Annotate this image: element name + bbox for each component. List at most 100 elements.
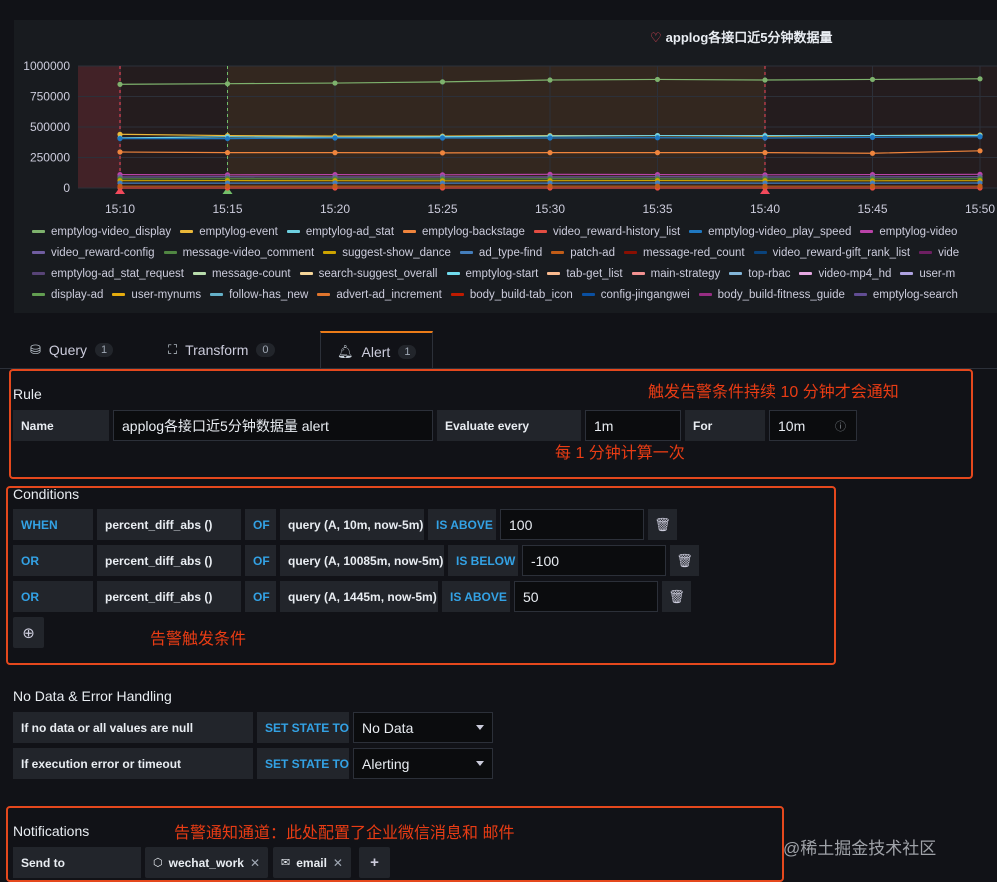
legend-swatch — [729, 272, 743, 276]
legend-label: emptylog-video_display — [51, 226, 172, 238]
series-point — [762, 77, 768, 83]
x-tick-label: 15:45 — [857, 202, 887, 216]
legend-swatch — [459, 251, 473, 255]
legend-label: emptylog-video_play_speed — [708, 226, 852, 238]
legend-item[interactable]: emptylog-ad_stat_request — [32, 268, 184, 280]
legend-item[interactable]: emptylog-search — [853, 289, 958, 301]
legend-swatch — [163, 251, 177, 255]
error-state-select[interactable]: Alerting — [353, 748, 493, 779]
legend-swatch — [547, 272, 561, 276]
legend-swatch — [551, 251, 565, 255]
legend-item[interactable]: video_reward-history_list — [533, 226, 681, 238]
legend-item[interactable]: suggest-show_dance — [323, 247, 451, 259]
legend-item[interactable]: follow-has_new — [210, 289, 308, 301]
legend-item[interactable]: body_build-fitness_guide — [698, 289, 845, 301]
legend-item[interactable]: body_build-tab_icon — [450, 289, 573, 301]
legend-label: video-mp4_hd — [818, 268, 892, 280]
series-point — [869, 76, 876, 83]
legend-label: user-m — [919, 268, 956, 280]
legend-item[interactable]: user-mynums — [112, 289, 201, 301]
caret-down-icon — [476, 725, 484, 730]
legend-item[interactable]: video-mp4_hd — [799, 268, 891, 280]
series-point — [977, 148, 983, 154]
legend-label: emptylog-start — [465, 268, 539, 280]
legend-item[interactable]: tab-get_list — [547, 268, 623, 280]
legend-item[interactable]: patch-ad — [551, 247, 615, 259]
legend-item[interactable]: search-suggest_overall — [299, 268, 438, 280]
legend-label: message-video_comment — [182, 247, 315, 259]
legend-item[interactable]: message-red_count — [623, 247, 745, 259]
legend-item[interactable]: ad_type-find — [459, 247, 542, 259]
legend-item[interactable]: emptylog-video_play_speed — [689, 226, 851, 238]
legend-item[interactable]: emptylog-event — [180, 226, 278, 238]
series-point — [224, 135, 231, 142]
y-tick-label: 250000 — [30, 151, 70, 165]
series-point — [439, 150, 446, 156]
legend-item[interactable]: emptylog-ad_stat — [286, 226, 394, 238]
legend-row: video_reward-config message-video_comment… — [32, 247, 997, 268]
series-point — [332, 150, 338, 156]
legend-label: main-strategy — [650, 268, 721, 280]
legend-item[interactable]: main-strategy — [631, 268, 721, 280]
tab-query[interactable]: ⛁ Query 1 — [30, 331, 114, 368]
tab-alert[interactable]: 🔔︎ Alert 1 — [320, 331, 434, 370]
legend-item[interactable]: user-m — [900, 268, 955, 280]
series-point — [439, 135, 446, 141]
legend-row: emptylog-video_display emptylog-event empt… — [32, 226, 997, 247]
legend-swatch — [32, 230, 45, 234]
nodata-state-select[interactable]: No Data — [353, 712, 493, 743]
legend-item[interactable]: emptylog-video — [860, 226, 957, 238]
legend-label: config-jingangwei — [600, 289, 690, 301]
legend-item[interactable]: message-count — [192, 268, 291, 280]
legend-item[interactable]: emptylog-backstage — [403, 226, 525, 238]
legend-label: message-count — [211, 268, 291, 280]
legend-item[interactable]: video_reward-config — [32, 247, 155, 259]
conditions-annotation-box — [6, 486, 836, 665]
legend-item[interactable]: display-ad — [32, 289, 103, 301]
legend-label: suggest-show_dance — [342, 247, 451, 259]
set-state-label: SET STATE TO — [257, 748, 349, 779]
series-point — [332, 135, 338, 141]
legend-label: emptylog-search — [872, 289, 958, 301]
y-tick-label: 0 — [63, 181, 70, 195]
database-icon: ⛁ — [30, 341, 41, 357]
legend-item[interactable]: emptylog-start — [446, 268, 539, 280]
legend-label: tab-get_list — [566, 268, 623, 280]
legend-label: search-suggest_overall — [318, 268, 438, 280]
legend-swatch — [210, 293, 224, 297]
x-tick-label: 15:50 — [965, 202, 995, 216]
legend-swatch — [32, 293, 45, 297]
series-point — [117, 149, 123, 155]
legend-item[interactable]: video_reward-gift_rank_list — [753, 247, 910, 259]
series-point — [654, 135, 661, 141]
line-chart: 1000000 750000 500000 250000 0 15:10 15:15 15:2… — [23, 59, 997, 216]
notify-annotation-box — [6, 806, 784, 882]
legend-item[interactable]: top-rbac — [729, 268, 790, 280]
legend-item[interactable]: message-video_comment — [163, 247, 315, 259]
legend-item[interactable]: advert-ad_increment — [317, 289, 442, 301]
legend-label: user-mynums — [131, 289, 202, 301]
legend-swatch — [533, 230, 547, 234]
legend-label: emptylog-backstage — [422, 226, 525, 238]
legend-label: message-red_count — [642, 247, 745, 259]
legend-label: body_build-tab_icon — [469, 289, 573, 301]
series-point — [332, 183, 338, 189]
watermark: @稀土掘金技术社区 — [783, 839, 937, 858]
legend-label: video_reward-history_list — [552, 226, 681, 238]
nodata-label: If no data or all values are null — [13, 712, 253, 743]
series-point — [224, 183, 231, 189]
series-point — [117, 183, 123, 189]
legend-swatch — [32, 272, 45, 276]
legend-swatch — [860, 230, 874, 234]
series-point — [547, 150, 553, 156]
legend-label: advert-ad_increment — [336, 289, 442, 301]
legend-swatch — [450, 293, 464, 297]
tab-transform[interactable]: ⛶ Transform 0 — [168, 331, 275, 368]
legend-item[interactable]: vide — [919, 247, 959, 259]
legend-label: emptylog-event — [199, 226, 278, 238]
series-point — [547, 183, 553, 189]
legend-swatch — [403, 230, 417, 234]
legend-item[interactable]: config-jingangwei — [581, 289, 690, 301]
legend-item[interactable]: emptylog-video_display — [32, 226, 171, 238]
legend-swatch — [317, 293, 331, 297]
